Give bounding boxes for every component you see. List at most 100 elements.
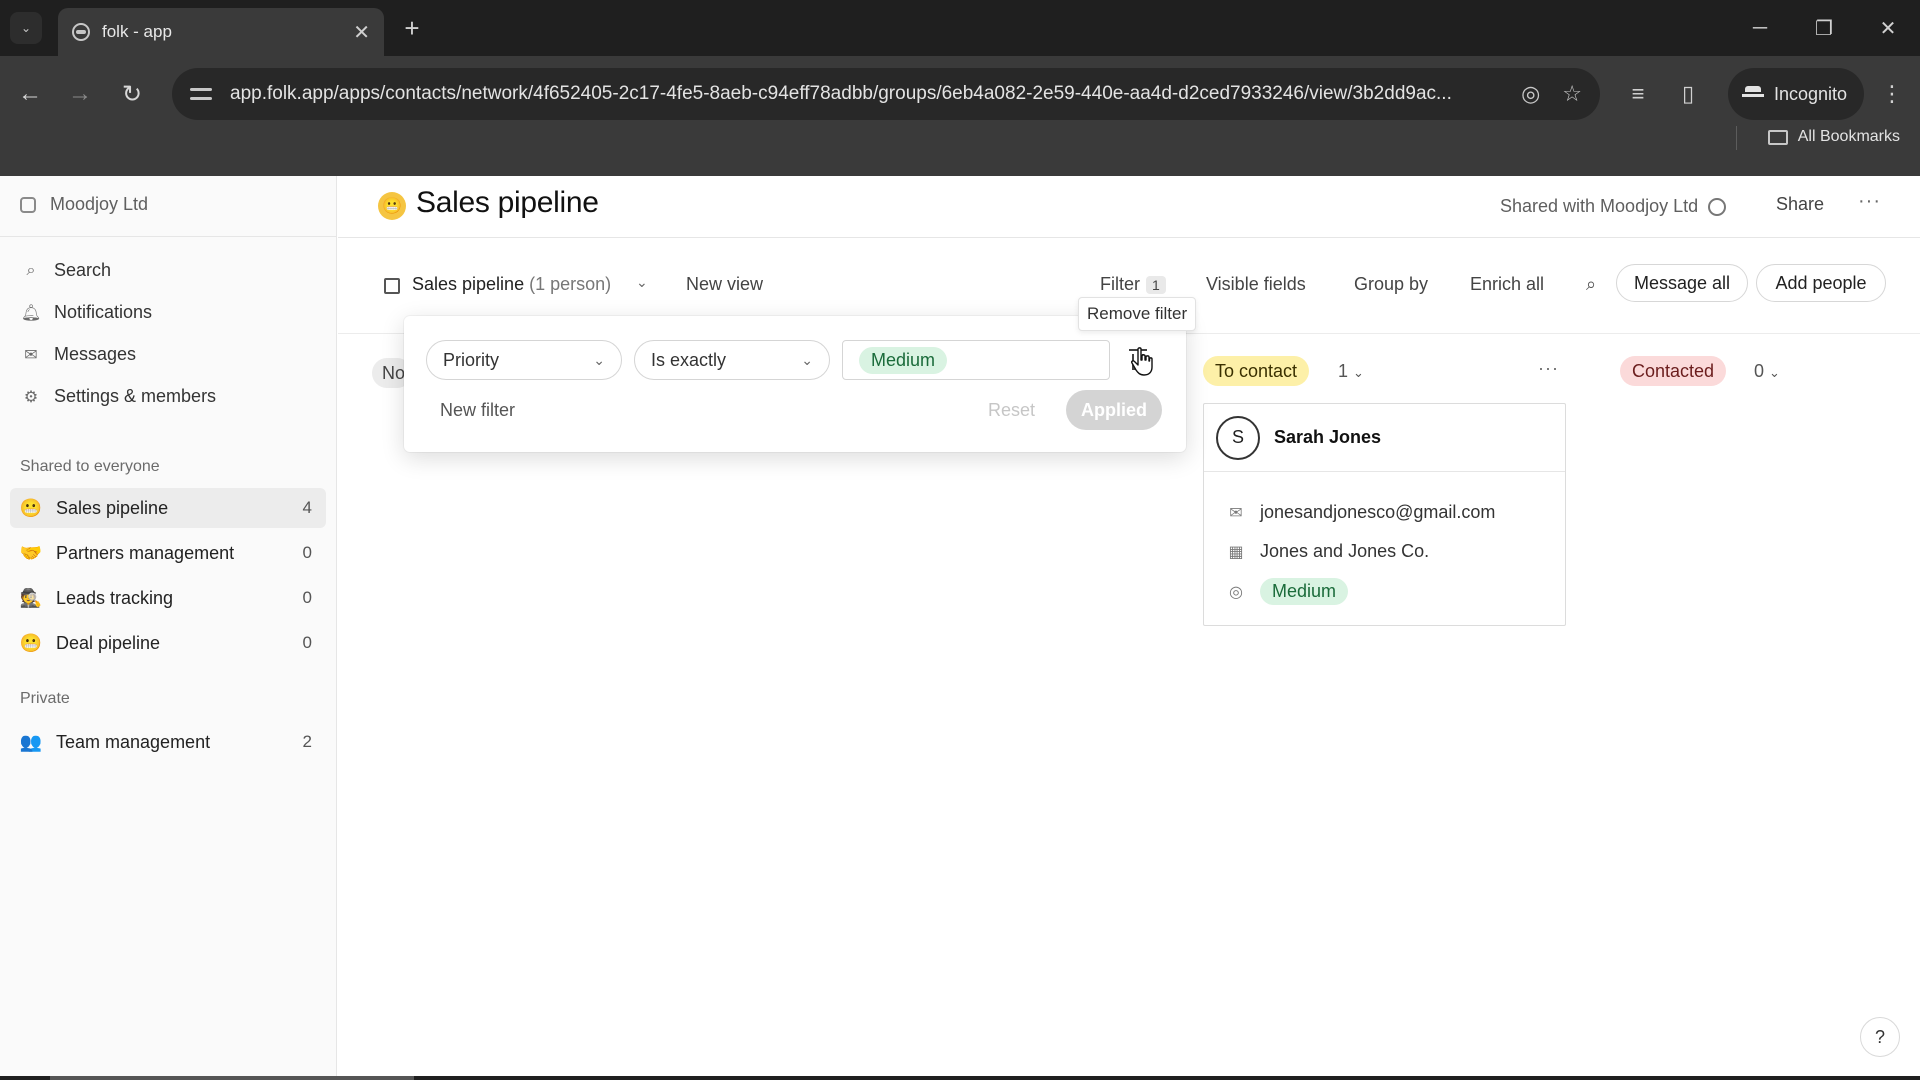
page-emoji-icon[interactable]: 😬 (378, 192, 406, 220)
app-sidebar: Moodjoy Ltd ⌕ Search 🔔︎ Notifications ✉ … (0, 176, 337, 1080)
filter-operator-select[interactable]: Is exactly ⌄ (634, 340, 830, 380)
filter-label: Filter (1100, 274, 1140, 294)
sidebar-item-leads-tracking[interactable]: 🕵 Leads tracking 0 (10, 578, 326, 618)
kebab-menu-icon[interactable]: ⋮ (1874, 76, 1910, 112)
tab-close-icon[interactable]: ✕ (353, 20, 370, 45)
sidebar-nav-notifications[interactable]: 🔔︎ Notifications (20, 302, 152, 323)
bookmark-separator (1736, 126, 1737, 150)
shared-globe-icon (1708, 197, 1727, 216)
help-button[interactable]: ? (1860, 1017, 1900, 1057)
mail-icon: ✉ (24, 346, 38, 364)
filter-field-value: Priority (443, 349, 500, 370)
sidebar-nav-messages[interactable]: ✉ Messages (20, 344, 136, 365)
enrich-all-button[interactable]: Enrich all (1470, 274, 1544, 295)
address-bar[interactable]: app.folk.app/apps/contacts/network/4f652… (172, 68, 1600, 120)
sidebar-nav-settings[interactable]: ⚙ Settings & members (20, 386, 216, 407)
column-header-to-contact[interactable]: To contact (1203, 356, 1310, 386)
workspace-switcher[interactable]: Moodjoy Ltd (20, 194, 148, 215)
people-emoji-icon: 👥 (19, 731, 43, 752)
filter-field-select[interactable]: Priority ⌄ (426, 340, 622, 380)
sidebar-item-deal-pipeline[interactable]: 😬 Deal pipeline 0 (10, 623, 326, 663)
add-people-button[interactable]: Add people (1756, 264, 1886, 302)
new-view-button[interactable]: New view (686, 274, 763, 295)
side-panel-icon[interactable]: ▯ (1670, 76, 1706, 112)
sidebar-item-count: 0 (302, 633, 312, 652)
handshake-emoji-icon: 🤝 (19, 542, 43, 563)
minimize-icon[interactable]: ─ (1740, 10, 1780, 46)
forward-icon[interactable]: → (62, 76, 98, 112)
contact-email[interactable]: jonesandjonesco@gmail.com (1260, 502, 1495, 523)
media-icon[interactable]: ≡ (1620, 76, 1656, 112)
all-bookmarks[interactable]: All Bookmarks (1767, 128, 1900, 146)
reload-icon[interactable]: ↻ (114, 76, 150, 112)
taskbar-strip (0, 1076, 1920, 1080)
restore-icon[interactable]: ❐ (1804, 10, 1844, 46)
contact-card[interactable]: S Sarah Jones ✉ jonesandjonesco@gmail.co… (1203, 403, 1566, 626)
url-text[interactable]: app.folk.app/apps/contacts/network/4f652… (230, 83, 1499, 105)
close-window-icon[interactable]: ✕ (1868, 10, 1908, 46)
column-label: To contact (1215, 360, 1298, 381)
message-all-button[interactable]: Message all (1616, 264, 1748, 302)
mail-icon: ✉ (1229, 504, 1243, 522)
visible-fields-button[interactable]: Visible fields (1206, 274, 1306, 295)
browser-toolbar: ← → ↻ app.folk.app/apps/contacts/network… (0, 56, 1920, 176)
search-icon[interactable]: ⌕ (1586, 274, 1596, 295)
star-icon[interactable]: ☆ (1562, 81, 1582, 107)
priority-chip[interactable]: Medium (1260, 578, 1349, 605)
sidebar-divider (0, 236, 337, 237)
sidebar-item-label: Partners management (56, 542, 235, 563)
more-options-icon[interactable]: ··· (1858, 190, 1881, 213)
sidebar-item-partners-management[interactable]: 🤝 Partners management 0 (10, 533, 326, 573)
filter-value-chip[interactable]: Medium (859, 346, 948, 374)
remove-filter-tooltip: Remove filter (1078, 297, 1197, 331)
workspace-icon (20, 196, 36, 213)
column-more-icon[interactable]: ··· (1538, 358, 1559, 379)
sidebar-nav-label: Settings & members (54, 386, 217, 406)
all-bookmarks-label: All Bookmarks (1797, 128, 1900, 145)
folder-icon (1767, 129, 1788, 145)
filter-popover: Priority ⌄ Is exactly ⌄ Medium New filte… (404, 316, 1186, 452)
chevron-down-icon: ⌄ (1353, 365, 1364, 380)
reset-button[interactable]: Reset (988, 400, 1035, 421)
incognito-label: Incognito (1774, 83, 1848, 104)
eye-off-icon[interactable]: ◎ (1521, 81, 1540, 107)
tab-search-dropdown[interactable]: ⌄ (10, 12, 42, 44)
sidebar-item-count: 0 (302, 543, 312, 562)
grimace-emoji-icon: 😬 (19, 632, 43, 653)
tab-title: folk - app (102, 22, 172, 41)
incognito-badge[interactable]: Incognito (1728, 68, 1864, 120)
sidebar-item-count: 0 (302, 588, 312, 607)
column-count-to-contact[interactable]: 1 ⌄ (1338, 361, 1364, 382)
sidebar-item-label: Sales pipeline (56, 497, 169, 518)
contact-company[interactable]: Jones and Jones Co. (1260, 541, 1429, 562)
bell-icon: 🔔︎ (20, 304, 42, 322)
new-filter-button[interactable]: New filter (440, 400, 515, 421)
new-tab-button[interactable]: + (396, 12, 428, 44)
filter-button[interactable]: Filter 1 (1100, 274, 1166, 295)
hand-cursor-icon (1131, 347, 1153, 376)
group-by-button[interactable]: Group by (1354, 274, 1428, 295)
sidebar-item-label: Leads tracking (56, 587, 174, 608)
view-selector[interactable]: Sales pipeline (1 person) (412, 274, 611, 295)
avatar: S (1216, 415, 1260, 460)
sidebar-item-count: 4 (302, 498, 312, 517)
gear-icon: ⚙ (23, 388, 39, 406)
private-section-heading: Private (20, 690, 70, 707)
shared-with-indicator[interactable]: Shared with Moodjoy Ltd (1500, 196, 1727, 217)
chevron-down-icon[interactable]: ⌄ (636, 274, 648, 291)
sidebar-item-sales-pipeline[interactable]: 😬 Sales pipeline 4 (10, 488, 326, 528)
sidebar-nav-search[interactable]: ⌕ Search (20, 260, 112, 281)
browser-tab[interactable]: folk - app ✕ (58, 8, 384, 56)
applied-button[interactable]: Applied (1066, 390, 1162, 430)
filter-value-input[interactable]: Medium (842, 340, 1110, 380)
share-button[interactable]: Share (1776, 194, 1824, 215)
back-icon[interactable]: ← (12, 76, 48, 112)
sidebar-item-team-management[interactable]: 👥 Team management 2 (10, 722, 326, 762)
column-header-contacted[interactable]: Contacted (1620, 356, 1727, 386)
contact-name[interactable]: Sarah Jones (1274, 427, 1381, 448)
site-info-icon[interactable] (190, 85, 212, 103)
column-label: Contacted (1632, 360, 1715, 381)
column-count-contacted[interactable]: 0 ⌄ (1754, 361, 1780, 382)
page-title[interactable]: Sales pipeline (416, 186, 599, 220)
contact-company-row: ▦ Jones and Jones Co. (1226, 541, 1429, 562)
